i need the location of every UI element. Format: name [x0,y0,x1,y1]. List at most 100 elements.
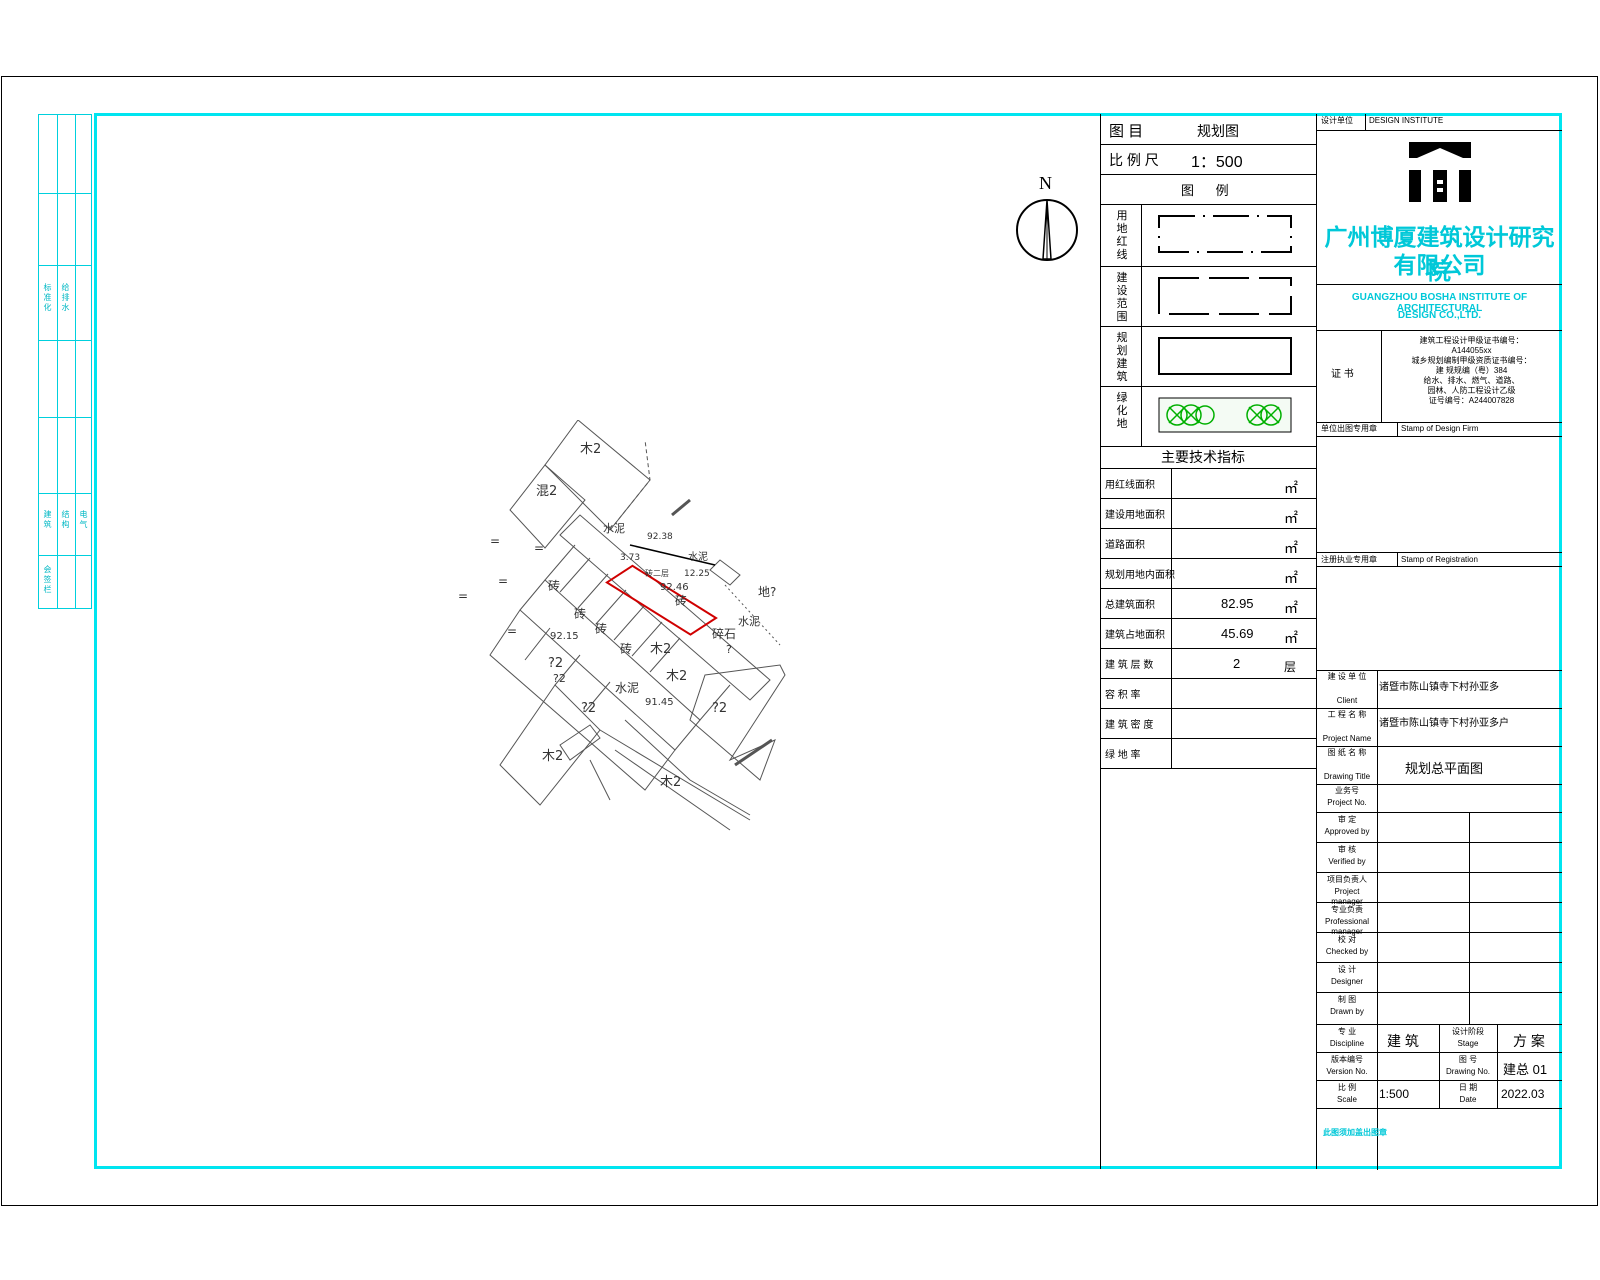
col-divider [1397,422,1398,436]
indicator-value: 45.69 [1221,626,1254,641]
strip-divider [39,417,91,418]
red-line-symbol [1158,215,1292,253]
map-label: 砖 [595,621,607,636]
map-label: 水泥 [615,681,639,695]
row-divider [1101,708,1317,709]
map-label: 木2 [650,642,671,657]
version-label-en: Version No. [1326,1067,1368,1076]
col-divider [1365,114,1366,130]
date-label-en: Date [1459,1095,1477,1104]
strip-label: 会签栏 [43,565,52,595]
strip-label: 给排水 [61,283,70,313]
strip-divider [57,115,58,608]
role-label-en: Drawn by [1330,1007,1364,1016]
col-divider [1141,204,1142,446]
row-divider [1317,902,1562,903]
indicator-value: 2 [1233,656,1241,671]
north-arrow: N [1012,173,1082,268]
indicator-label: 建 筑 层 数 [1105,660,1154,671]
project-value: 诸暨市陈山镇寺下村孙亚多户 [1379,718,1509,729]
discipline-label: 专 业 [1337,1027,1357,1036]
drawing-label-en: Drawing Title [1323,772,1371,781]
project-label-en: Project Name [1322,734,1372,743]
map-label: ?2 [548,656,563,671]
map-label: ? [726,643,732,656]
strip-label: 结构 [61,510,70,530]
indicator-unit: ㎡ [1284,630,1298,646]
map-label: 砖 [574,606,586,621]
map-label: 木2 [542,749,563,764]
row-divider [1317,552,1562,553]
map-label: 木2 [660,775,681,790]
row-divider [1317,1108,1562,1109]
road-outline [559,514,771,701]
map-label: ?2 [712,701,727,716]
row-divider [1101,266,1317,267]
building-outline [709,559,741,586]
map-label: 92.38 [647,532,673,542]
row-divider [1101,498,1317,499]
title-block: 设计单位 DESIGN INSTITUTE 广州博厦建筑设计研究院 有限公司 G… [1316,114,1562,1170]
title-value: 规划图 [1197,123,1239,139]
role-label-en: Approved by [1324,827,1370,836]
strip-divider [75,115,76,608]
strip-divider [39,193,91,194]
company-name-en-2: DESIGN CO.,LTD. [1397,310,1482,321]
row-divider [1101,738,1317,739]
map-label: 木2 [580,442,601,457]
cert-line: 建 规规编（粤）384 [1435,366,1508,375]
project-label: 工 程 名 称 [1327,710,1367,719]
row-divider [1317,992,1562,993]
indicator-unit: ㎡ [1284,600,1298,616]
version-label: 版本编号 [1331,1055,1363,1064]
map-label: 3.73 [620,553,640,563]
indicator-unit: ㎡ [1284,480,1298,496]
row-divider [1317,436,1562,437]
role-label-en: Professional manager [1324,917,1370,936]
legend-label: 规划建筑 [1116,332,1128,383]
building-outline [509,464,586,549]
map-label: = [498,574,508,588]
row-divider [1101,326,1317,327]
construction-range-symbol [1158,277,1292,315]
legend-label: 用地红线 [1116,210,1128,261]
row-divider [1101,386,1317,387]
indicator-unit: ㎡ [1284,540,1298,556]
indicator-label: 建 筑 密 度 [1105,720,1154,731]
row-divider [1101,648,1317,649]
green-area-symbol [1158,397,1292,433]
row-divider [1101,588,1317,589]
row-divider [1101,678,1317,679]
row-divider [1317,330,1562,331]
boundary-line [609,439,651,531]
role-label: 制 图 [1337,995,1357,1004]
col-divider [1497,1024,1498,1108]
row-divider [1317,1080,1562,1081]
map-label: = [458,589,468,603]
cert-line: 建筑工程设计甲级证书编号： [1419,336,1524,345]
role-label: 项目负责人 [1327,875,1367,884]
map-label: = [490,534,500,548]
strip-label: 建筑 [43,510,52,530]
row-divider [1317,422,1562,423]
design-unit-value: DESIGN INSTITUTE [1369,116,1444,125]
role-label: 审 核 [1337,845,1357,854]
planned-building-symbol [1158,337,1292,375]
map-label: 砖 [620,641,632,656]
map-label: ?2 [581,701,596,716]
client-value: 诸暨市陈山镇寺下村孙亚多 [1379,682,1499,693]
drawing-no-value: 建总 01 [1503,1062,1548,1077]
indicators-title: 主要技术指标 [1161,449,1245,465]
map-label: ?2 [553,672,566,685]
compass-icon [1016,199,1078,261]
row-divider [1317,284,1562,285]
cert-line: 证号编号：A244007828 [1428,396,1515,405]
map-label: 水泥 [603,522,625,535]
role-label: 设 计 [1337,965,1357,974]
row-divider [1317,130,1562,131]
row-divider [1317,932,1562,933]
legend-title: 图 例 [1181,183,1229,198]
legend-label: 建设范围 [1116,272,1128,323]
indicator-unit: 层 [1284,660,1297,674]
scale-label: 比 例 尺 [1109,152,1159,168]
